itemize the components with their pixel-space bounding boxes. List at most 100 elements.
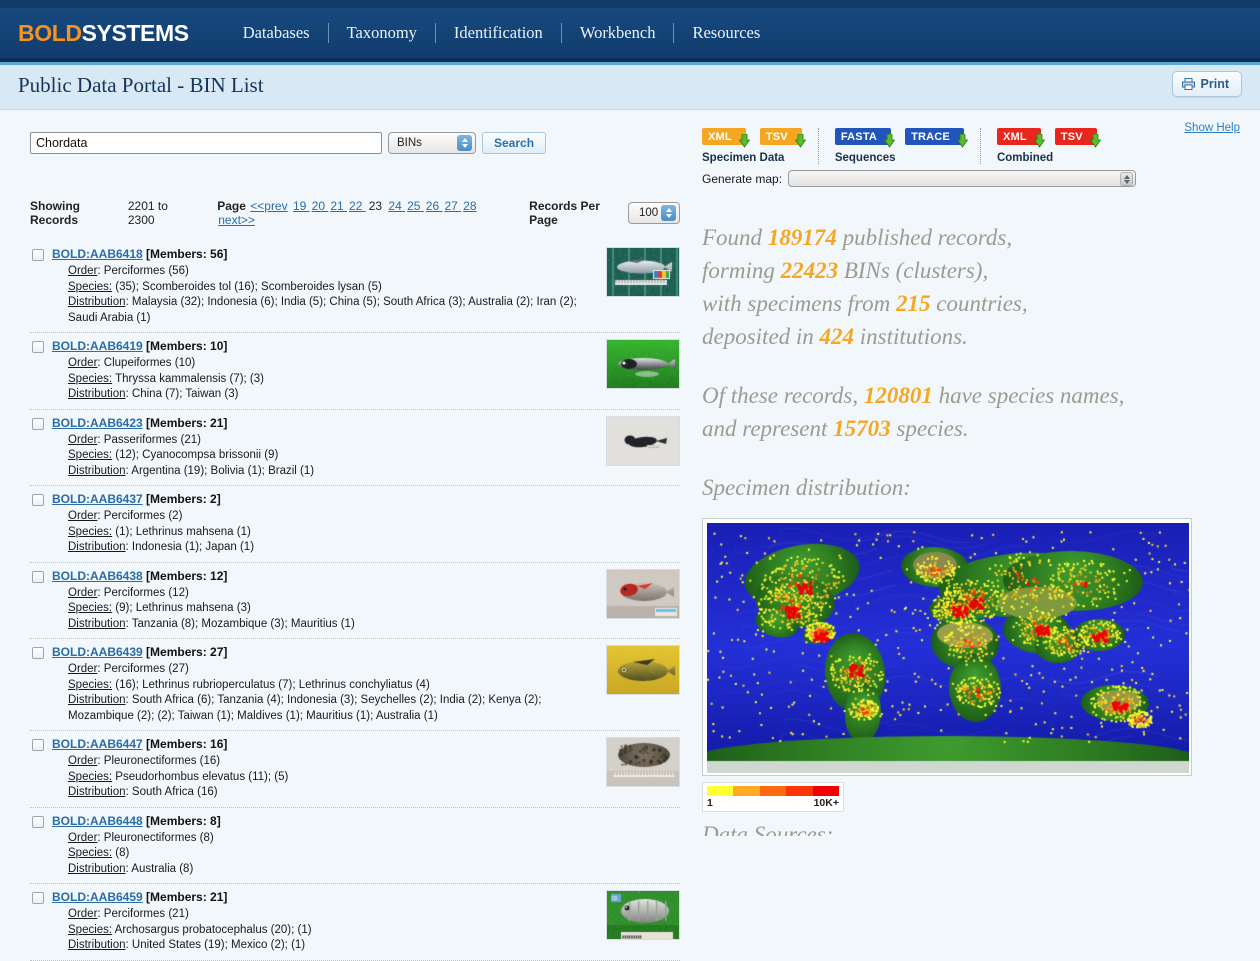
nav-item-databases[interactable]: Databases [225, 23, 328, 43]
specimen-distribution-map[interactable] [702, 518, 1192, 776]
page-number-link[interactable]: 22 [349, 199, 366, 213]
download-group-specimen-data: XML TSV Specimen Data [702, 128, 818, 164]
download-trace-button[interactable]: TRACE [905, 128, 964, 145]
specimen-image[interactable] [607, 891, 679, 939]
specimen-image[interactable] [607, 570, 679, 618]
download-button-label: TRACE [911, 131, 950, 143]
specimen-image[interactable] [607, 340, 679, 388]
bin-distribution-line: Distribution: Malaysia (32); Indonesia (… [52, 295, 598, 326]
download-fasta-button[interactable]: FASTA [835, 128, 891, 145]
bin-id-link[interactable]: BOLD:AAB6437 [52, 492, 143, 506]
bin-id-link[interactable]: BOLD:AAB6438 [52, 569, 143, 583]
page-number-current: 23 [369, 199, 386, 213]
generate-map-select[interactable] [788, 170, 1136, 187]
page-number-link[interactable]: 19 [293, 199, 310, 213]
bin-details: BOLD:AAB6423 [Members: 21] Order: Passeri… [52, 416, 598, 480]
bin-specimen-thumbnail[interactable] [606, 247, 680, 297]
show-help-link[interactable]: Show Help [1184, 122, 1240, 134]
page-number-link[interactable]: 26 [426, 199, 443, 213]
bin-list-item: BOLD:AAB6438 [Members: 12] Order: Percifo… [30, 563, 680, 640]
map-legend-color-bars [707, 786, 839, 796]
page-number-link[interactable]: 24 [388, 199, 405, 213]
bin-id-link[interactable]: BOLD:AAB6439 [52, 645, 143, 659]
bin-id-link[interactable]: BOLD:AAB6447 [52, 737, 143, 751]
left-column: BINs Search Showing Records 2201 to 2300… [0, 110, 690, 848]
bin-specimen-thumbnail[interactable] [606, 569, 680, 619]
stats-line5-pre: Of these records, [702, 383, 864, 408]
download-tsv-button[interactable]: TSV [760, 128, 802, 145]
bin-header: BOLD:AAB6447 [Members: 16] [52, 737, 598, 751]
bin-header: BOLD:AAB6448 [Members: 8] [52, 814, 598, 828]
bin-list-item: BOLD:AAB6437 [Members: 2] Order: Percifor… [30, 486, 680, 563]
page-number-link[interactable]: 20 [312, 199, 329, 213]
download-tsv-button[interactable]: TSV [1055, 128, 1097, 145]
bin-select-checkbox[interactable] [32, 816, 44, 828]
bin-species-label: Species: [68, 602, 112, 614]
bin-details: BOLD:AAB6447 [Members: 16] Order: Pleuron… [52, 737, 598, 801]
showing-records-range: 2201 to 2300 [128, 199, 193, 227]
bin-member-count: [Members: 10] [143, 339, 228, 353]
page-number-link[interactable]: 28 [463, 199, 476, 213]
bin-specimen-thumbnail[interactable] [606, 645, 680, 695]
bin-id-link[interactable]: BOLD:AAB6418 [52, 247, 143, 261]
download-arrow-icon [1034, 134, 1045, 148]
download-xml-button[interactable]: XML [997, 128, 1041, 145]
page-next-link[interactable]: next>> [218, 213, 255, 227]
bin-id-link[interactable]: BOLD:AAB6448 [52, 814, 143, 828]
download-arrow-icon [1090, 134, 1101, 148]
bin-id-link[interactable]: BOLD:AAB6419 [52, 339, 143, 353]
specimen-image[interactable] [607, 738, 679, 786]
nav-item-identification[interactable]: Identification [436, 23, 561, 43]
page-number-link[interactable]: 21 [330, 199, 347, 213]
bin-header: BOLD:AAB6418 [Members: 56] [52, 247, 598, 261]
nav-item-workbench[interactable]: Workbench [562, 23, 674, 43]
bin-species-label: Species: [68, 449, 112, 461]
stats-institution-count: 424 [820, 324, 855, 349]
bin-specimen-thumbnail[interactable] [606, 890, 680, 940]
bin-species-line: Species: Pseudorhombus elevatus (11); (5… [52, 770, 598, 786]
bold-systems-logo[interactable]: BOLDSYSTEMS [18, 20, 189, 47]
bin-member-count: [Members: 8] [143, 814, 221, 828]
bin-species-value: (35); Scomberoides tol (16); Scomberoide… [112, 281, 382, 293]
specimen-image[interactable] [607, 646, 679, 694]
bin-specimen-thumbnail[interactable] [606, 339, 680, 389]
download-button-row: XML TSV [997, 128, 1097, 145]
map-legend-labels: 1 10K+ [707, 797, 839, 809]
bin-select-checkbox[interactable] [32, 341, 44, 353]
bin-species-value: Thryssa kammalensis (7); (3) [112, 373, 264, 385]
specimen-image[interactable] [607, 417, 679, 465]
bin-select-checkbox[interactable] [32, 418, 44, 430]
print-button[interactable]: Print [1172, 71, 1242, 97]
bin-select-checkbox[interactable] [32, 249, 44, 261]
download-button-label: XML [1003, 131, 1027, 143]
bin-species-line: Species: Thryssa kammalensis (7); (3) [52, 372, 598, 388]
page-number-link[interactable]: 25 [407, 199, 424, 213]
bin-specimen-thumbnail[interactable] [606, 737, 680, 787]
search-button[interactable]: Search [482, 132, 546, 154]
world-map-canvas[interactable] [707, 523, 1189, 773]
search-scope-select[interactable]: BINs [388, 132, 476, 154]
bin-select-checkbox[interactable] [32, 571, 44, 583]
download-button-label: FASTA [841, 131, 877, 143]
bin-select-checkbox[interactable] [32, 739, 44, 751]
bin-select-checkbox[interactable] [32, 892, 44, 904]
bin-select-checkbox[interactable] [32, 494, 44, 506]
specimen-image[interactable] [607, 248, 679, 296]
bin-id-link[interactable]: BOLD:AAB6423 [52, 416, 143, 430]
bin-list-item: BOLD:AAB6459 [Members: 21] Order: Percifo… [30, 884, 680, 961]
page-number-link[interactable]: 27 [444, 199, 461, 213]
nav-item-resources[interactable]: Resources [674, 23, 778, 43]
bin-select-checkbox[interactable] [32, 647, 44, 659]
bin-species-value: Archosargus probatocephalus (20); (1) [112, 924, 311, 936]
bin-id-link[interactable]: BOLD:AAB6459 [52, 890, 143, 904]
nav-item-taxonomy[interactable]: Taxonomy [329, 23, 435, 43]
search-input[interactable] [30, 132, 382, 154]
records-per-page-select[interactable]: 100 [628, 202, 680, 224]
download-xml-button[interactable]: XML [702, 128, 746, 145]
bin-specimen-thumbnail[interactable] [606, 416, 680, 466]
bin-details: BOLD:AAB6459 [Members: 21] Order: Percifo… [52, 890, 598, 954]
page-prev-link[interactable]: <<prev [250, 199, 287, 213]
printer-icon [1182, 78, 1195, 90]
download-group-combined: XML TSV Combined [980, 128, 1113, 164]
pagination-control: Page <<prev 19 20 21 22 23 24 25 26 27 2… [217, 199, 499, 227]
